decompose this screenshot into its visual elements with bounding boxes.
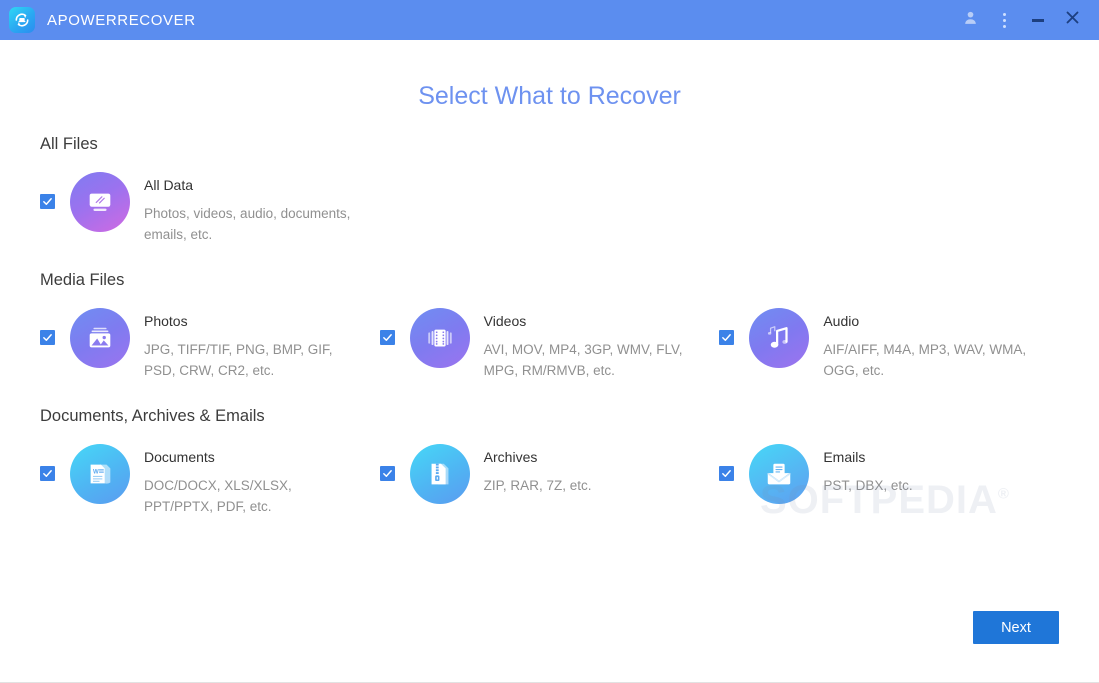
file-type-emails[interactable]: Emails PST, DBX, etc. <box>719 444 1059 517</box>
checkbox-emails[interactable] <box>719 466 735 481</box>
page-title: Select What to Recover <box>418 82 681 110</box>
section-all-files: All Files All Data Photos, videos, audio… <box>40 135 1059 245</box>
file-type-desc: ZIP, RAR, 7Z, etc. <box>483 478 592 493</box>
account-icon <box>962 9 979 31</box>
file-type-text: All Data Photos, videos, audio, document… <box>144 172 362 245</box>
more-menu-button[interactable] <box>987 0 1021 40</box>
checkbox-archives[interactable] <box>379 466 395 481</box>
checkbox-all-data[interactable] <box>40 194 55 209</box>
more-menu-icon <box>1002 12 1006 28</box>
file-type-title: Documents <box>144 449 215 465</box>
title-bar: APOWERRECOVER <box>0 0 1099 40</box>
file-type-desc: Photos, videos, audio, documents, emails… <box>144 206 351 242</box>
file-type-title: Archives <box>483 449 538 465</box>
minimize-icon <box>1032 18 1044 22</box>
file-type-archives[interactable]: Archives ZIP, RAR, 7Z, etc. <box>379 444 720 517</box>
file-type-desc: AVI, MOV, MP4, 3GP, WMV, FLV, MPG, RM/RM… <box>483 342 683 378</box>
documents-icon: W <box>70 444 130 504</box>
file-type-text: Videos AVI, MOV, MP4, 3GP, WMV, FLV, MPG… <box>484 308 702 381</box>
file-type-text: Documents DOC/DOCX, XLS/XLSX, PPT/PPTX, … <box>144 444 362 517</box>
section-row: W Documents DOC/DOCX, XLS/XLSX, PPT/PPTX… <box>40 444 1059 517</box>
file-type-desc: AIF/AIFF, M4A, MP3, WAV, WMA, OGG, etc. <box>823 342 1027 378</box>
file-type-all-data[interactable]: All Data Photos, videos, audio, document… <box>40 172 390 245</box>
account-button[interactable] <box>953 0 987 40</box>
file-type-text: Audio AIF/AIFF, M4A, MP3, WAV, WMA, OGG,… <box>823 308 1041 381</box>
file-type-title: Videos <box>483 313 527 329</box>
section-row: Photos JPG, TIFF/TIF, PNG, BMP, GIF, PSD… <box>40 308 1059 381</box>
file-type-desc: JPG, TIFF/TIF, PNG, BMP, GIF, PSD, CRW, … <box>144 342 333 378</box>
file-type-desc: DOC/DOCX, XLS/XLSX, PPT/PPTX, PDF, etc. <box>144 478 292 514</box>
file-type-title: Audio <box>823 313 860 329</box>
file-type-text: Emails PST, DBX, etc. <box>823 444 912 496</box>
content-area: All Files All Data Photos, videos, audio… <box>0 135 1099 517</box>
section-row: All Data Photos, videos, audio, document… <box>40 172 1059 245</box>
file-type-text: Archives ZIP, RAR, 7Z, etc. <box>484 444 592 496</box>
file-type-audio[interactable]: Audio AIF/AIFF, M4A, MP3, WAV, WMA, OGG,… <box>719 308 1059 381</box>
checkbox-audio[interactable] <box>719 330 735 345</box>
footer-actions: Next <box>973 611 1059 644</box>
file-type-documents[interactable]: W Documents DOC/DOCX, XLS/XLSX, PPT/PPTX… <box>40 444 380 517</box>
section-media-files: Media Files Photos JPG, TIFF/TIF, PNG, B… <box>40 271 1059 381</box>
file-type-title: All Data <box>144 177 194 193</box>
file-type-text: Photos JPG, TIFF/TIF, PNG, BMP, GIF, PSD… <box>144 308 362 381</box>
close-button[interactable] <box>1055 0 1089 40</box>
section-heading: Documents, Archives & Emails <box>40 407 265 425</box>
close-icon <box>1065 10 1080 30</box>
checkbox-videos[interactable] <box>379 330 395 345</box>
all-data-icon <box>70 172 130 232</box>
section-heading: All Files <box>40 135 98 153</box>
file-type-videos[interactable]: Videos AVI, MOV, MP4, 3GP, WMV, FLV, MPG… <box>379 308 720 381</box>
file-type-title: Emails <box>823 449 866 465</box>
svg-text:W: W <box>93 469 99 476</box>
app-title: APOWERRECOVER <box>47 11 196 29</box>
minimize-button[interactable] <box>1021 0 1055 40</box>
checkbox-documents[interactable] <box>40 466 55 481</box>
section-documents-archives-emails: Documents, Archives & Emails W Documents… <box>40 407 1059 517</box>
section-heading: Media Files <box>40 271 125 289</box>
archives-icon <box>409 444 470 504</box>
videos-icon <box>409 308 470 368</box>
photos-icon <box>70 308 130 368</box>
next-button[interactable]: Next <box>973 611 1059 644</box>
recover-logo-icon <box>9 7 35 33</box>
audio-icon <box>749 308 810 368</box>
file-type-desc: PST, DBX, etc. <box>823 478 913 493</box>
file-type-photos[interactable]: Photos JPG, TIFF/TIF, PNG, BMP, GIF, PSD… <box>40 308 380 381</box>
file-type-title: Photos <box>144 313 188 329</box>
checkbox-photos[interactable] <box>40 330 55 345</box>
emails-icon <box>749 444 810 504</box>
